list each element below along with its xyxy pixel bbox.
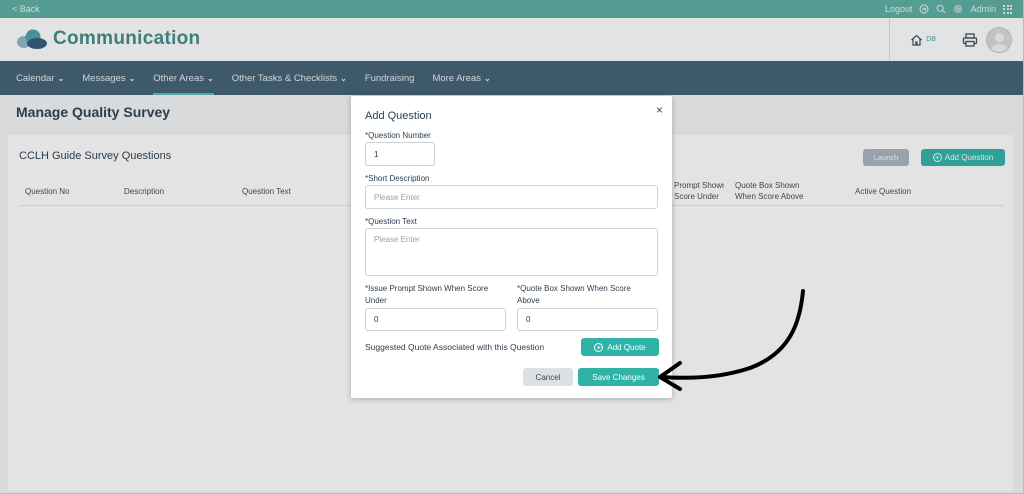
save-changes-button[interactable]: Save Changes bbox=[578, 368, 659, 386]
add-question-modal: Add Question × *Question Number *Short D… bbox=[351, 96, 672, 398]
annotation-arrow bbox=[658, 289, 805, 391]
short-description-label: *Short Description bbox=[365, 174, 430, 183]
add-quote-button[interactable]: + Add Quote bbox=[581, 338, 659, 356]
plus-circle-icon: + bbox=[594, 342, 604, 352]
question-text-input[interactable] bbox=[365, 228, 658, 276]
short-description-input[interactable] bbox=[365, 185, 658, 209]
add-quote-label: Add Quote bbox=[607, 342, 646, 352]
modal-title: Add Question bbox=[365, 110, 432, 122]
question-number-input[interactable] bbox=[365, 142, 435, 166]
quote-box-input[interactable] bbox=[517, 308, 658, 331]
suggested-quote-label: Suggested Quote Associated with this Que… bbox=[365, 342, 545, 352]
cancel-button[interactable]: Cancel bbox=[523, 368, 573, 386]
issue-prompt-input[interactable] bbox=[365, 308, 506, 331]
question-text-label: *Question Text bbox=[365, 217, 417, 226]
issue-prompt-label: *Issue Prompt Shown When Score Under bbox=[365, 284, 489, 305]
question-number-label: *Question Number bbox=[365, 131, 431, 140]
close-icon[interactable]: × bbox=[656, 103, 663, 117]
app-frame: < Back Logout Admin Communication DB Cal… bbox=[0, 0, 1024, 494]
quote-box-label: *Quote Box Shown When Score Above bbox=[517, 284, 631, 305]
